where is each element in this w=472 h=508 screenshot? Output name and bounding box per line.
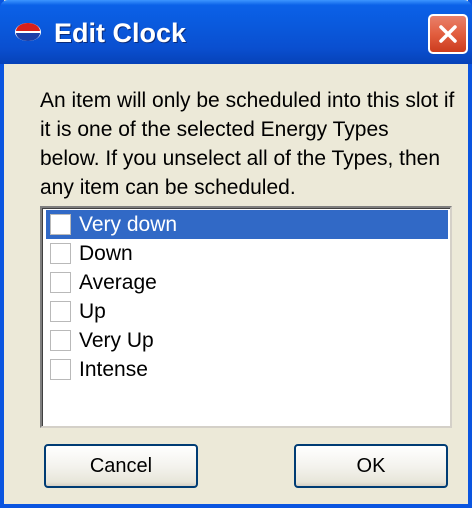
description-line: below. If you unselect all of the Types,… [40, 147, 441, 170]
cancel-button[interactable]: Cancel [44, 444, 198, 488]
list-item-label: Intense [79, 358, 148, 381]
close-icon [439, 25, 457, 43]
list-item-intense[interactable]: Intense [46, 355, 446, 384]
list-item-very-up[interactable]: Very Up [46, 326, 446, 355]
edit-clock-dialog: Edit Clock An item will only be schedule… [0, 0, 472, 508]
checkbox[interactable] [50, 214, 71, 235]
list-item-down[interactable]: Down [46, 239, 446, 268]
close-button[interactable] [428, 14, 468, 54]
checkbox[interactable] [50, 272, 71, 293]
list-item-label: Very Up [79, 329, 154, 352]
title-bar[interactable]: Edit Clock [0, 0, 472, 64]
list-item-label: Down [79, 242, 133, 265]
app-logo-icon [15, 23, 41, 41]
description-line: any item can be scheduled. [40, 176, 296, 199]
list-item-average[interactable]: Average [46, 268, 446, 297]
list-item-up[interactable]: Up [46, 297, 446, 326]
checkbox[interactable] [50, 301, 71, 322]
ok-button[interactable]: OK [294, 444, 448, 488]
checkbox[interactable] [50, 359, 71, 380]
list-item-very-down[interactable]: Very down [46, 210, 448, 239]
window-title: Edit Clock [54, 18, 187, 48]
description-line: An item will only be scheduled into this… [40, 89, 455, 112]
description-text: An item will only be scheduled into this… [40, 86, 460, 202]
list-item-label: Average [79, 271, 157, 294]
list-item-label: Up [79, 300, 106, 323]
checkbox[interactable] [50, 243, 71, 264]
list-item-label: Very down [79, 213, 178, 236]
description-line: it is one of the selected Energy Types [40, 118, 389, 141]
energy-types-listbox[interactable]: Very down Down Average Up Very Up Intens… [40, 206, 452, 428]
checkbox[interactable] [50, 330, 71, 351]
